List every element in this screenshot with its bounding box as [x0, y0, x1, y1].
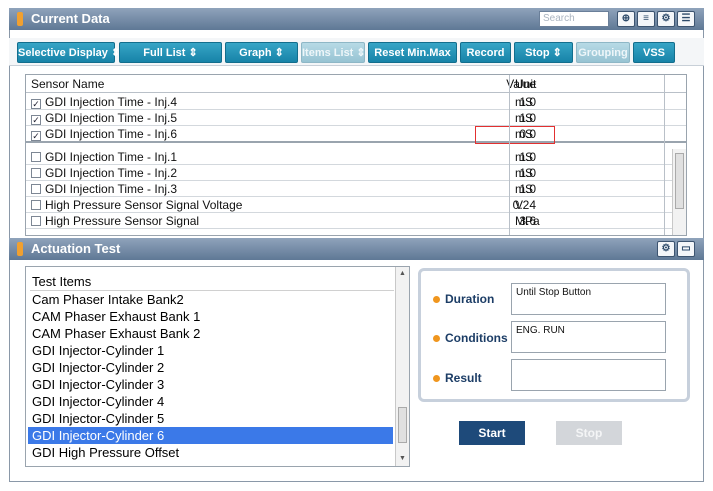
window-icon[interactable]: ▭	[677, 241, 695, 257]
sensor-unit: mS	[515, 166, 533, 180]
toolbar: Selective Display ⇕ Full List ⇕ Graph ⇕ …	[9, 38, 704, 66]
table-row[interactable]: High Pressure Sensor Signal 3.6 MPa	[26, 213, 686, 229]
row-checkbox[interactable]	[31, 200, 41, 210]
sensor-name: GDI Injection Time - Inj.6	[45, 127, 178, 141]
section-marker-icon	[17, 242, 23, 256]
current-data-title: Current Data	[31, 11, 110, 26]
stop-button[interactable]: Stop	[556, 421, 622, 445]
table-row[interactable]: ✓ GDI Injection Time - Inj.5 1.0 mS	[26, 110, 686, 126]
list-item[interactable]: GDI Injector-Cylinder 1	[32, 342, 164, 359]
table-row[interactable]: GDI Injection Time - Inj.1 1.0 mS	[26, 149, 686, 165]
section-marker-icon	[17, 12, 23, 26]
search-input[interactable]: Search	[539, 11, 609, 27]
selective-display-button[interactable]: Selective Display ⇕	[17, 42, 120, 63]
list-item[interactable]: GDI Injector-Cylinder 4	[32, 393, 164, 410]
test-detail-panel: Duration Until Stop Button Conditions EN…	[418, 268, 690, 402]
header-unit[interactable]: Unit	[515, 77, 536, 91]
zoom-in-icon[interactable]: ⊕	[617, 11, 635, 27]
setup-icon[interactable]: ⚙	[657, 241, 675, 257]
reset-min-max-button[interactable]: Reset Min.Max	[368, 42, 457, 63]
table-row[interactable]: ✓ GDI Injection Time - Inj.4 1.0 mS	[26, 94, 686, 110]
row-checkbox[interactable]	[31, 216, 41, 226]
sensor-unit: mS	[515, 150, 533, 164]
highlight-box	[475, 126, 555, 144]
row-checkbox[interactable]	[31, 168, 41, 178]
sensor-unit: V	[515, 198, 524, 212]
scrollbar-thumb[interactable]	[675, 153, 684, 209]
row-checkbox[interactable]	[31, 184, 41, 194]
layout-icon[interactable]: ☰	[677, 11, 695, 27]
list-item[interactable]: GDI Injector-Cylinder 2	[32, 359, 164, 376]
actuation-titlebar: Actuation Test ⚙ ▭	[9, 238, 704, 260]
grid-header: Sensor Name Value Unit	[26, 75, 686, 93]
list-item[interactable]: GDI High Pressure Offset	[32, 444, 179, 461]
bullet-icon	[433, 296, 440, 303]
sensor-unit: mS	[515, 95, 533, 109]
list-header: Test Items	[32, 274, 92, 289]
conditions-label: Conditions	[445, 331, 508, 345]
grouping-button[interactable]: Grouping	[576, 42, 630, 63]
scroll-down-icon[interactable]: ▼	[399, 455, 406, 462]
actuation-title: Actuation Test	[31, 241, 121, 256]
bullet-icon	[433, 375, 440, 382]
result-field	[511, 359, 666, 391]
duration-field: Until Stop Button	[511, 283, 666, 315]
sensor-name: GDI Injection Time - Inj.5	[45, 111, 178, 125]
vss-button[interactable]: VSS	[633, 42, 675, 63]
sensor-name: High Pressure Sensor Signal	[45, 214, 200, 228]
full-list-button[interactable]: Full List ⇕	[119, 42, 222, 63]
duration-label: Duration	[445, 292, 495, 306]
sensor-unit: mS	[515, 111, 533, 125]
stop-dropdown-button[interactable]: Stop ⇕	[514, 42, 573, 63]
row-checkbox[interactable]: ✓	[31, 131, 41, 141]
list-icon[interactable]: ≡	[637, 11, 655, 27]
column-divider	[664, 75, 665, 235]
list-item[interactable]: CAM Phaser Exhaust Bank 1	[32, 308, 200, 325]
list-item[interactable]: GDI Injector-Cylinder 3	[32, 376, 164, 393]
row-checkbox[interactable]: ✓	[31, 115, 41, 125]
bullet-icon	[433, 335, 440, 342]
scroll-up-icon[interactable]: ▲	[399, 270, 406, 277]
list-item[interactable]: CAM Phaser Exhaust Bank 2	[32, 325, 200, 342]
sensor-name: GDI Injection Time - Inj.1	[45, 150, 178, 164]
row-checkbox[interactable]: ✓	[31, 99, 41, 109]
column-divider	[509, 75, 510, 235]
graph-button[interactable]: Graph ⇕	[225, 42, 298, 63]
header-sensor-name[interactable]: Sensor Name	[31, 77, 104, 91]
table-row[interactable]: ✓ GDI Injection Time - Inj.6 0.0 mS	[26, 126, 686, 143]
list-item[interactable]: GDI Injector-Cylinder 5	[32, 410, 164, 427]
row-checkbox[interactable]	[31, 152, 41, 162]
record-button[interactable]: Record	[460, 42, 511, 63]
current-data-titlebar: Current Data Search ⊕ ≡ ⚙ ☰	[9, 8, 704, 30]
list-scrollbar[interactable]: ▲ ▼	[395, 267, 409, 466]
sensor-name: GDI Injection Time - Inj.2	[45, 166, 178, 180]
scrollbar-thumb[interactable]	[398, 407, 407, 443]
table-row[interactable]: GDI Injection Time - Inj.2 1.0 mS	[26, 165, 686, 181]
test-items-list: Test Items Cam Phaser Intake Bank2 CAM P…	[25, 266, 410, 467]
start-button[interactable]: Start	[459, 421, 525, 445]
sensor-name: High Pressure Sensor Signal Voltage	[45, 198, 243, 212]
result-label: Result	[445, 371, 482, 385]
sensor-data-grid: Sensor Name Value Unit ✓ GDI Injection Ti…	[25, 74, 687, 236]
sensor-name: GDI Injection Time - Inj.4	[45, 95, 178, 109]
sensor-name: GDI Injection Time - Inj.3	[45, 182, 178, 196]
table-row[interactable]: GDI Injection Time - Inj.3 1.0 mS	[26, 181, 686, 197]
list-item-selected[interactable]: GDI Injector-Cylinder 6	[28, 427, 393, 444]
items-list-button[interactable]: Items List ⇕	[301, 42, 366, 63]
setup-icon[interactable]: ⚙	[657, 11, 675, 27]
list-item[interactable]: Cam Phaser Intake Bank2	[32, 291, 184, 308]
sensor-unit: mS	[515, 182, 533, 196]
conditions-field: ENG. RUN	[511, 321, 666, 353]
grid-scrollbar[interactable]	[672, 149, 686, 235]
table-row[interactable]: High Pressure Sensor Signal Voltage 0.24…	[26, 197, 686, 213]
sensor-value: 0.24	[512, 198, 536, 212]
sensor-unit: MPa	[515, 214, 540, 228]
